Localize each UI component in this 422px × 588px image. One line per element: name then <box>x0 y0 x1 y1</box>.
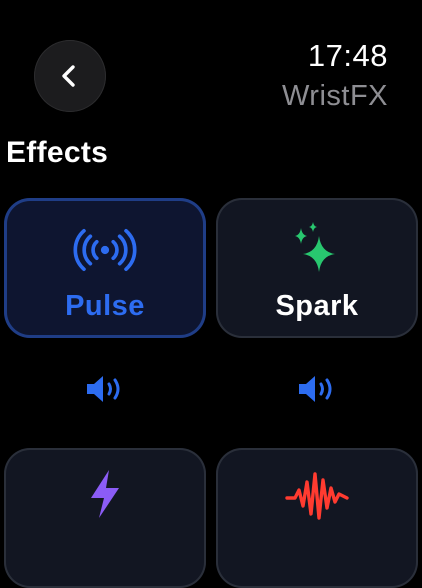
clock-time: 17:48 <box>307 38 388 73</box>
effect-tile-bolt[interactable] <box>4 448 206 588</box>
preview-sound-button-pulse[interactable] <box>85 373 125 405</box>
sparkles-icon <box>285 222 349 276</box>
haptic-pulse-icon <box>73 224 137 276</box>
back-button[interactable] <box>34 40 106 112</box>
effect-label-spark: Spark <box>275 290 359 322</box>
waveform-icon <box>285 468 349 520</box>
lightning-bolt-icon <box>73 468 137 520</box>
speaker-icon <box>87 376 120 402</box>
app-title: WristFX <box>281 80 388 112</box>
chevron-left-icon <box>62 65 75 87</box>
effect-tile-wave[interactable] <box>216 448 418 588</box>
speaker-icon <box>299 376 332 402</box>
effect-tile-spark[interactable]: Spark <box>216 198 418 338</box>
preview-sound-button-spark[interactable] <box>297 373 337 405</box>
section-title: Effects <box>6 136 109 169</box>
effect-tile-pulse[interactable]: Pulse <box>4 198 206 338</box>
effect-label-pulse: Pulse <box>65 290 145 322</box>
